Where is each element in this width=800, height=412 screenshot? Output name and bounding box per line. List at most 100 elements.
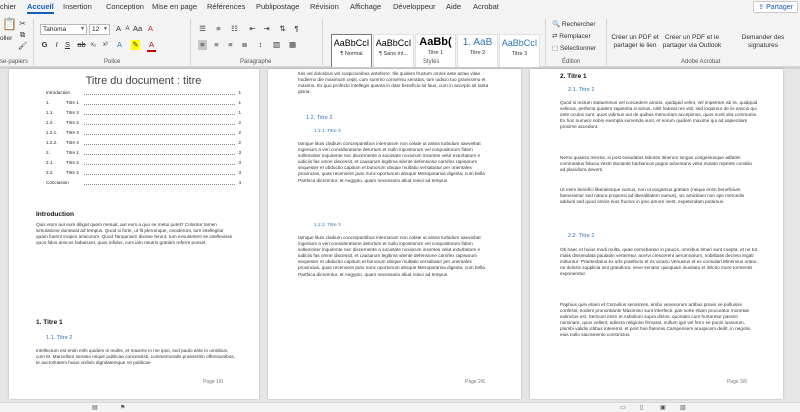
shrink-font-icon[interactable]: A bbox=[123, 24, 132, 34]
tab-review[interactable]: Révision bbox=[310, 2, 339, 11]
replace-button[interactable]: ⇄ Remplacer bbox=[552, 32, 591, 40]
change-case-icon[interactable]: Aa bbox=[133, 24, 142, 34]
toc-entry[interactable]: 1.2.1. Titre 3 2 bbox=[46, 130, 241, 138]
toc-entry[interactable]: 1.2.2. Titre 3 2 bbox=[46, 140, 241, 148]
toc-entry[interactable]: 2. Titre 1 3 bbox=[46, 150, 241, 158]
clipboard-group-label: se-papiers bbox=[0, 59, 29, 65]
body-paragraph: tuis vel doloribus vel suspicionibus ant… bbox=[298, 71, 489, 95]
style-preview: 1. AaB bbox=[462, 37, 493, 48]
align-right-icon[interactable]: ≡ bbox=[226, 40, 235, 50]
style-label: ¶ Normal bbox=[340, 51, 363, 57]
tab-layout[interactable]: Mise en page bbox=[152, 2, 197, 11]
toc-entry[interactable]: 1. Titre 1 1 bbox=[46, 100, 241, 108]
show-marks-icon[interactable]: ¶ bbox=[292, 24, 301, 34]
font-color-icon[interactable]: A bbox=[147, 40, 156, 52]
font-name-select[interactable]: Tahoma ▼ bbox=[40, 24, 87, 35]
tab-mailings[interactable]: Publipostage bbox=[256, 2, 299, 11]
tab-help[interactable]: Aide bbox=[446, 2, 461, 11]
toc-text: Titre 2 bbox=[66, 110, 79, 115]
spelling-icon[interactable]: ▤ bbox=[92, 404, 98, 411]
paste-icon[interactable]: 📋 bbox=[2, 18, 17, 30]
chevron-down-icon: ▼ bbox=[80, 26, 85, 32]
justify-icon[interactable]: ≣ bbox=[240, 40, 249, 50]
chevron-down-icon: ▼ bbox=[103, 26, 108, 32]
toc-entry[interactable]: Introduction 1 bbox=[46, 90, 241, 98]
select-button[interactable]: ⬚ Sélectionner bbox=[552, 44, 596, 52]
tab-view[interactable]: Affichage bbox=[350, 2, 381, 11]
toc-number: 1.2.2. bbox=[46, 140, 58, 145]
style-preview: AaBbCcI bbox=[501, 38, 538, 48]
tab-file[interactable]: chier bbox=[0, 2, 16, 11]
tab-home[interactable]: Accueil bbox=[27, 2, 54, 14]
font-size-select[interactable]: 12 ▼ bbox=[89, 24, 110, 35]
tab-developer[interactable]: Développeur bbox=[393, 2, 436, 11]
bullets-icon[interactable]: ☰ bbox=[198, 24, 207, 34]
toc-leader bbox=[84, 114, 235, 115]
share-label: Partager bbox=[766, 4, 793, 11]
style-heading-3[interactable]: AaBbCcI Titre 3 bbox=[499, 34, 540, 68]
read-mode-icon[interactable]: ▯ bbox=[640, 404, 643, 411]
sort-icon[interactable]: ⇅ bbox=[278, 24, 287, 34]
borders-icon[interactable]: ▦ bbox=[288, 40, 297, 50]
bold-icon[interactable]: G bbox=[40, 40, 49, 50]
increase-indent-icon[interactable]: ⇥ bbox=[262, 24, 271, 34]
shading-icon[interactable]: ▨ bbox=[272, 40, 281, 50]
ribbon-tabs: chier Accueil Insertion Conception Mise … bbox=[0, 0, 800, 15]
toc-number: 1.2. bbox=[46, 120, 54, 125]
share-button[interactable]: ⇪ Partager bbox=[753, 1, 798, 13]
style-normal[interactable]: AaBbCcI ¶ Normal bbox=[331, 34, 372, 68]
text-effects-icon[interactable]: A bbox=[115, 40, 124, 50]
focus-mode-icon[interactable]: ▭ bbox=[620, 404, 626, 411]
style-heading-2[interactable]: 1. AaB Titre 2 bbox=[457, 34, 498, 68]
tab-acrobat[interactable]: Acrobat bbox=[473, 2, 499, 11]
page-2[interactable]: tuis vel doloribus vel suspicionibus ant… bbox=[268, 69, 521, 399]
heading-2: 2.2. Titre 2 bbox=[568, 233, 595, 239]
page-3[interactable]: 2. Titre 1 2.1. Titre 2 Quod si rectum s… bbox=[530, 69, 783, 399]
clear-format-icon[interactable]: A bbox=[146, 24, 155, 34]
separator bbox=[322, 19, 323, 65]
multilevel-list-icon[interactable]: ☷ bbox=[230, 24, 239, 34]
style-label: Titre 2 bbox=[469, 50, 486, 56]
toc-entry[interactable]: 1.1. Titre 2 1 bbox=[46, 110, 241, 118]
toc-text: Titre 2 bbox=[66, 170, 79, 175]
create-pdf-outlook-button[interactable]: Créer un PDF et le partager via Outlook bbox=[661, 34, 723, 50]
numbering-icon[interactable]: ≡ bbox=[214, 24, 223, 34]
accessibility-icon[interactable]: ⚑ bbox=[120, 404, 125, 411]
page-1[interactable]: Titre du document : titre Introduction 1 1… bbox=[9, 69, 259, 399]
line-spacing-icon[interactable]: ↕ bbox=[256, 40, 265, 50]
cut-icon[interactable]: ✂ bbox=[18, 19, 27, 29]
copy-icon[interactable]: ⧉ bbox=[18, 30, 27, 40]
style-no-spacing[interactable]: AaBbCcI ¶ Sans int... bbox=[373, 34, 414, 68]
tab-insert[interactable]: Insertion bbox=[63, 2, 92, 11]
toc-entry[interactable]: 2.1. Titre 2 3 bbox=[46, 160, 241, 168]
italic-icon[interactable]: I bbox=[52, 40, 61, 50]
format-painter-icon[interactable]: 🖌 bbox=[18, 41, 28, 51]
toc-leader bbox=[84, 154, 235, 155]
body-paragraph: Ob haec et huius modi multa, quae cerneb… bbox=[560, 247, 758, 277]
superscript-icon[interactable]: x² bbox=[101, 40, 110, 50]
paste-button-label[interactable]: oller bbox=[0, 35, 12, 42]
create-pdf-share-button[interactable]: Créer un PDF et partager le lien bbox=[610, 34, 660, 50]
print-layout-icon[interactable]: ▣ bbox=[660, 404, 666, 411]
body-paragraph: Paphius quin etiam et Cornelius senatore… bbox=[560, 302, 751, 338]
share-icon: ⇪ bbox=[758, 4, 767, 11]
decrease-indent-icon[interactable]: ⇤ bbox=[248, 24, 257, 34]
body-paragraph: Ut enim benefici liberalesque sumus, non… bbox=[560, 187, 745, 205]
align-left-icon[interactable]: ≡ bbox=[198, 40, 207, 50]
toc-entry[interactable]: 1.2. Titre 2 2 bbox=[46, 120, 241, 128]
request-signatures-button[interactable]: Demander des signatures bbox=[728, 34, 798, 50]
tab-design[interactable]: Conception bbox=[106, 2, 144, 11]
subscript-icon[interactable]: x₂ bbox=[89, 40, 98, 50]
body-paragraph: Iamque lituis cladium concrepantibus int… bbox=[298, 235, 485, 277]
web-layout-icon[interactable]: ▥ bbox=[680, 404, 686, 411]
grow-font-icon[interactable]: A bbox=[114, 24, 123, 34]
tab-references[interactable]: Références bbox=[207, 2, 245, 11]
underline-icon[interactable]: S bbox=[63, 40, 72, 50]
highlight-icon[interactable]: ✎ bbox=[131, 40, 140, 50]
toc-entry[interactable]: Conclusion 4 bbox=[46, 180, 241, 188]
align-center-icon[interactable]: ≡ bbox=[212, 40, 221, 50]
find-button[interactable]: 🔍 Rechercher bbox=[552, 20, 596, 28]
page-number: Page 1/6 bbox=[202, 379, 223, 385]
toc-entry[interactable]: 2.2. Titre 2 3 bbox=[46, 170, 241, 178]
strikethrough-icon[interactable]: ab bbox=[77, 40, 86, 50]
